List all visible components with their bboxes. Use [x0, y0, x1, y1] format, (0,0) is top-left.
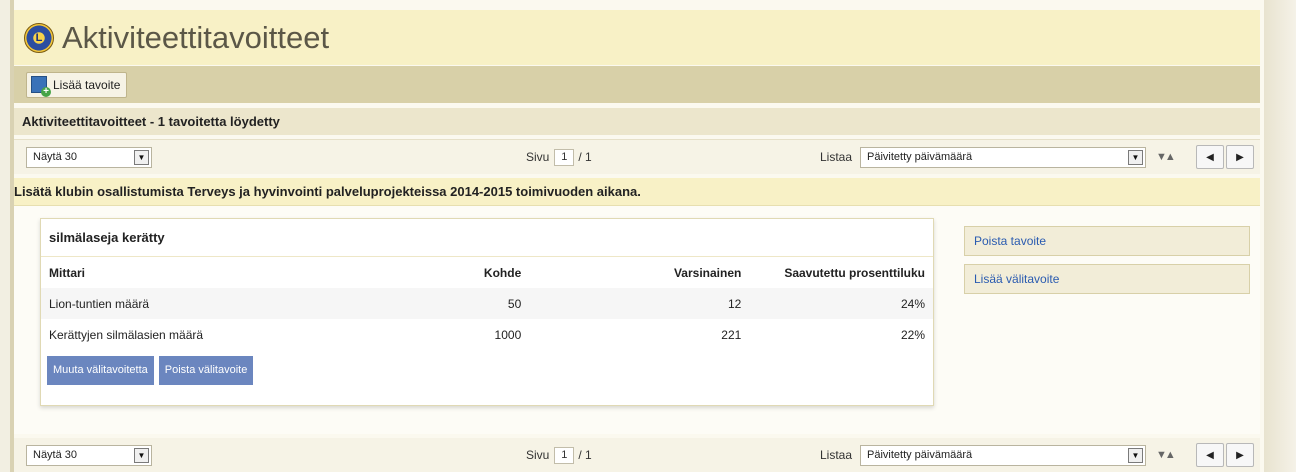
- add-goal-button[interactable]: Lisää tavoite: [26, 71, 128, 98]
- delete-goal-button[interactable]: Poista tavoite: [964, 226, 1250, 256]
- page-size-value: Näytä 30: [33, 449, 78, 461]
- page-total: / 1: [578, 150, 592, 164]
- chevron-down-icon: ▼: [1128, 149, 1143, 165]
- page-label: Sivu: [526, 448, 550, 462]
- metric-actual: 221: [521, 319, 742, 350]
- add-document-icon: [31, 76, 51, 97]
- page-size-select[interactable]: Näytä 30 ▼: [26, 146, 152, 168]
- column-header: Saavutettu prosenttiluku: [784, 265, 925, 280]
- page-indicator: Sivu 1 / 1: [526, 446, 592, 464]
- sub-goal-card: silmälaseja kerätty Mittari Kohde Varsin…: [40, 218, 934, 406]
- column-header: Varsinainen: [673, 265, 742, 280]
- sort-select[interactable]: Päivitetty päivämäärä ▼: [860, 146, 1146, 168]
- toolbar: Lisää tavoite: [14, 66, 1260, 103]
- metric-percent: 24%: [741, 288, 933, 319]
- results-summary-bar: Aktiviteettitavoitteet - 1 tavoitetta lö…: [14, 108, 1260, 135]
- sort-direction-icon[interactable]: ▼▲: [1156, 151, 1176, 163]
- edit-sub-goal-button[interactable]: Muuta välitavoitetta: [47, 355, 154, 385]
- results-summary: Aktiviteettitavoitteet - 1 tavoitetta lö…: [22, 114, 280, 129]
- table-row: Kerättyjen silmälasien määrä 1000 221 22…: [41, 319, 933, 350]
- lions-logo-icon: L: [24, 22, 54, 53]
- next-page-button[interactable]: ▶: [1226, 443, 1254, 467]
- pager-bottom: Näytä 30 ▼ Sivu 1 / 1 Listaa Päivitetty …: [14, 438, 1260, 472]
- previous-page-button[interactable]: ◀: [1196, 443, 1224, 467]
- sub-goal-actions: Muuta välitavoitetta Poista välitavoite: [41, 350, 933, 390]
- page-number-input[interactable]: 1: [554, 148, 575, 166]
- page-container: L Aktiviteettitavoitteet Lisää tavoite A…: [10, 0, 1264, 472]
- page-size-value: Näytä 30: [33, 151, 78, 163]
- page-size-select[interactable]: Näytä 30 ▼: [26, 444, 152, 466]
- sort-value: Päivitetty päivämäärä: [867, 151, 973, 163]
- page-total: / 1: [578, 448, 592, 462]
- metrics-table: Mittari Kohde Varsinainen Saavutettu pro…: [41, 257, 933, 350]
- goal-header: Lisätä klubin osallistumista Terveys ja …: [14, 178, 1260, 206]
- sort-select[interactable]: Päivitetty päivämäärä ▼: [860, 444, 1146, 466]
- page-label: Sivu: [526, 150, 550, 164]
- chevron-down-icon: ▼: [134, 447, 149, 463]
- metric-percent: 22%: [741, 319, 933, 350]
- chevron-down-icon: ▼: [134, 149, 149, 165]
- pager-top: Näytä 30 ▼ Sivu 1 / 1 Listaa Päivitetty …: [14, 139, 1260, 174]
- metric-target: 1000: [395, 319, 522, 350]
- metric-actual: 12: [521, 288, 742, 319]
- metric-name: Kerättyjen silmälasien määrä: [41, 319, 396, 350]
- add-sub-goal-button[interactable]: Lisää välitavoite: [964, 264, 1250, 294]
- sort-direction-icon[interactable]: ▼▲: [1156, 449, 1176, 461]
- previous-page-button[interactable]: ◀: [1196, 145, 1224, 169]
- sort-value: Päivitetty päivämäärä: [867, 449, 973, 461]
- column-header: Mittari: [49, 265, 85, 280]
- page-number-input[interactable]: 1: [554, 446, 575, 464]
- table-row: Lion-tuntien määrä 50 12 24%: [41, 288, 933, 319]
- sub-goal-title: silmälaseja kerätty: [41, 219, 933, 257]
- sort-label: Listaa: [820, 150, 853, 164]
- next-page-button[interactable]: ▶: [1226, 145, 1254, 169]
- chevron-down-icon: ▼: [1128, 447, 1143, 463]
- table-header-row: Mittari Kohde Varsinainen Saavutettu pro…: [41, 257, 933, 288]
- page-indicator: Sivu 1 / 1: [526, 148, 592, 166]
- goal-content: silmälaseja kerätty Mittari Kohde Varsin…: [14, 206, 1260, 434]
- page-title: Aktiviteettitavoitteet: [62, 19, 330, 55]
- metric-target: 50: [395, 288, 522, 319]
- add-goal-label: Lisää tavoite: [53, 77, 121, 92]
- sort-label: Listaa: [820, 448, 853, 462]
- delete-sub-goal-button[interactable]: Poista välitavoite: [158, 355, 254, 385]
- goal-title: Lisätä klubin osallistumista Terveys ja …: [14, 184, 641, 199]
- column-header: Kohde: [483, 265, 522, 280]
- page-header: L Aktiviteettitavoitteet: [14, 10, 1260, 65]
- page-side-shadow: [1264, 0, 1296, 472]
- metric-name: Lion-tuntien määrä: [41, 288, 396, 319]
